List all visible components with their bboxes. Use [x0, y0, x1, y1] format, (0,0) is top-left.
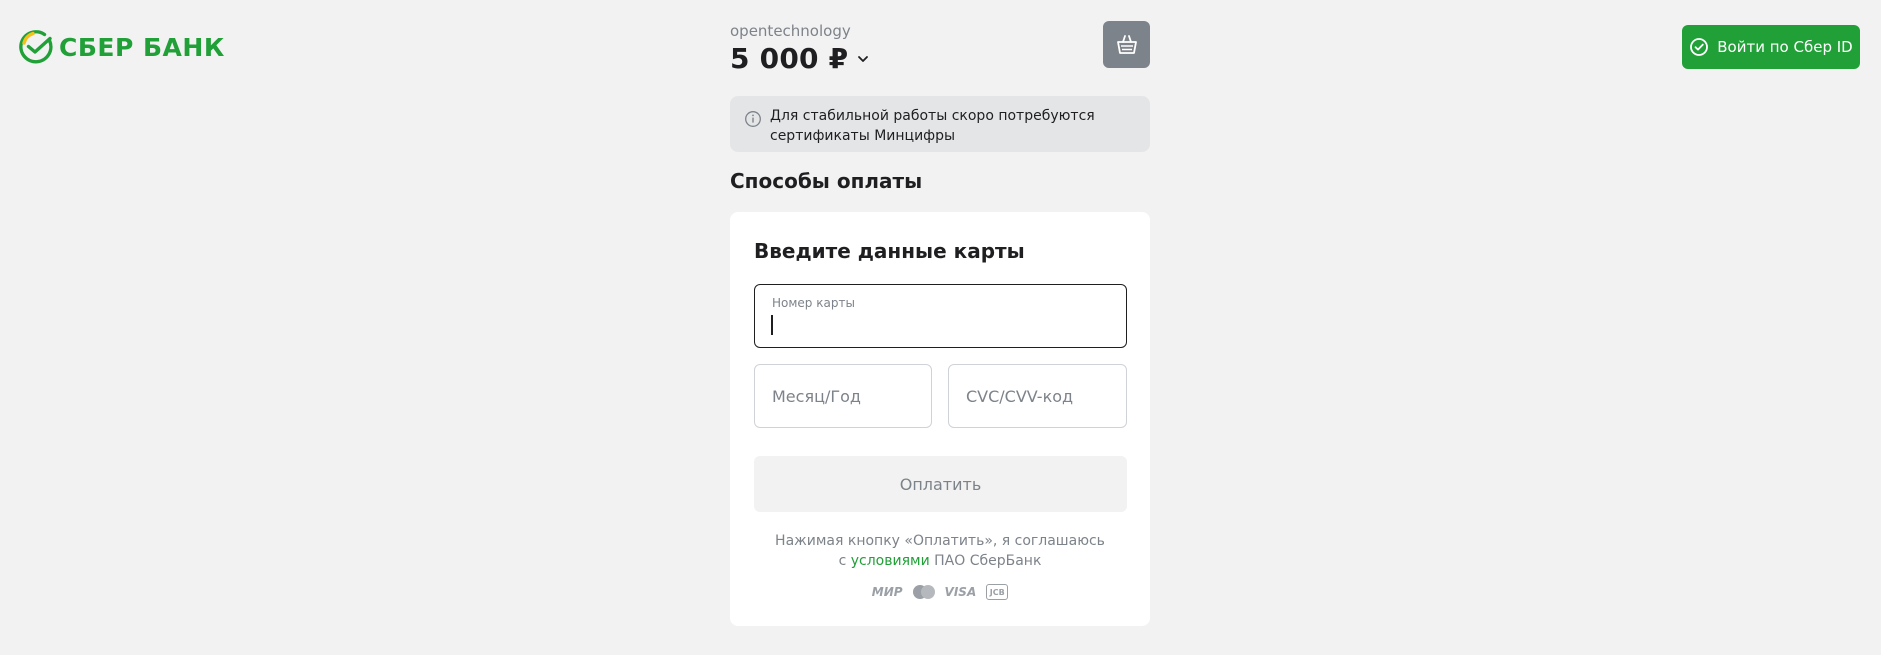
merchant-name: opentechnology: [730, 22, 851, 40]
amount-dropdown[interactable]: 5 000 ₽: [730, 42, 870, 75]
terms-text: Нажимая кнопку «Оплатить», я соглашаюсь …: [730, 531, 1150, 571]
expiry-placeholder: Месяц/Год: [772, 386, 861, 406]
sber-id-login-button[interactable]: Войти по Сбер ID: [1682, 25, 1860, 69]
info-icon: [745, 111, 761, 127]
pay-button[interactable]: Оплатить: [754, 456, 1127, 512]
notice-text: Для стабильной работы скоро потребуются …: [770, 108, 1095, 144]
basket-button[interactable]: [1103, 21, 1150, 68]
sber-id-label: Войти по Сбер ID: [1717, 38, 1853, 56]
basket-icon: [1116, 34, 1137, 54]
cvc-field[interactable]: CVC/CVV-код: [948, 364, 1127, 428]
payment-systems: МИР VISA JCB: [730, 584, 1150, 600]
logo-text: СБЕР БАНК: [59, 32, 225, 62]
certificate-notice: Для стабильной работы скоро потребуются …: [730, 96, 1150, 152]
jcb-logo: JCB: [986, 584, 1009, 600]
terms-c: с: [838, 553, 847, 569]
card-number-label: Номер карты: [772, 296, 855, 310]
card-number-field[interactable]: Номер карты: [754, 284, 1127, 348]
card-form-title: Введите данные карты: [754, 239, 1025, 263]
cvc-placeholder: CVC/CVV-код: [966, 386, 1074, 406]
sber-logo-icon: [19, 30, 53, 64]
expiry-field[interactable]: Месяц/Год: [754, 364, 932, 428]
order-amount: 5 000 ₽: [730, 42, 849, 75]
chevron-down-icon: [858, 55, 869, 62]
text-caret: [771, 315, 773, 335]
check-circle-icon: [1690, 38, 1709, 56]
terms-link[interactable]: условиями: [851, 553, 930, 569]
sber-logo[interactable]: СБЕР БАНК: [19, 30, 225, 64]
card-form: Введите данные карты Номер карты Месяц/Г…: [730, 212, 1150, 626]
terms-line-1: Нажимая кнопку «Оплатить», я соглашаюсь: [775, 533, 1105, 549]
payment-methods-title: Способы оплаты: [730, 169, 923, 193]
visa-logo: VISA: [944, 585, 977, 599]
pay-button-label: Оплатить: [899, 474, 982, 494]
terms-line-2: с условиями ПАО СберБанк: [730, 551, 1150, 571]
mir-logo: МИР: [871, 585, 903, 599]
payment-page: СБЕР БАНК Войти по Сбер ID opentechnolog…: [0, 0, 1881, 655]
terms-suffix: ПАО СберБанк: [934, 553, 1042, 569]
mastercard-icon: [912, 585, 935, 599]
